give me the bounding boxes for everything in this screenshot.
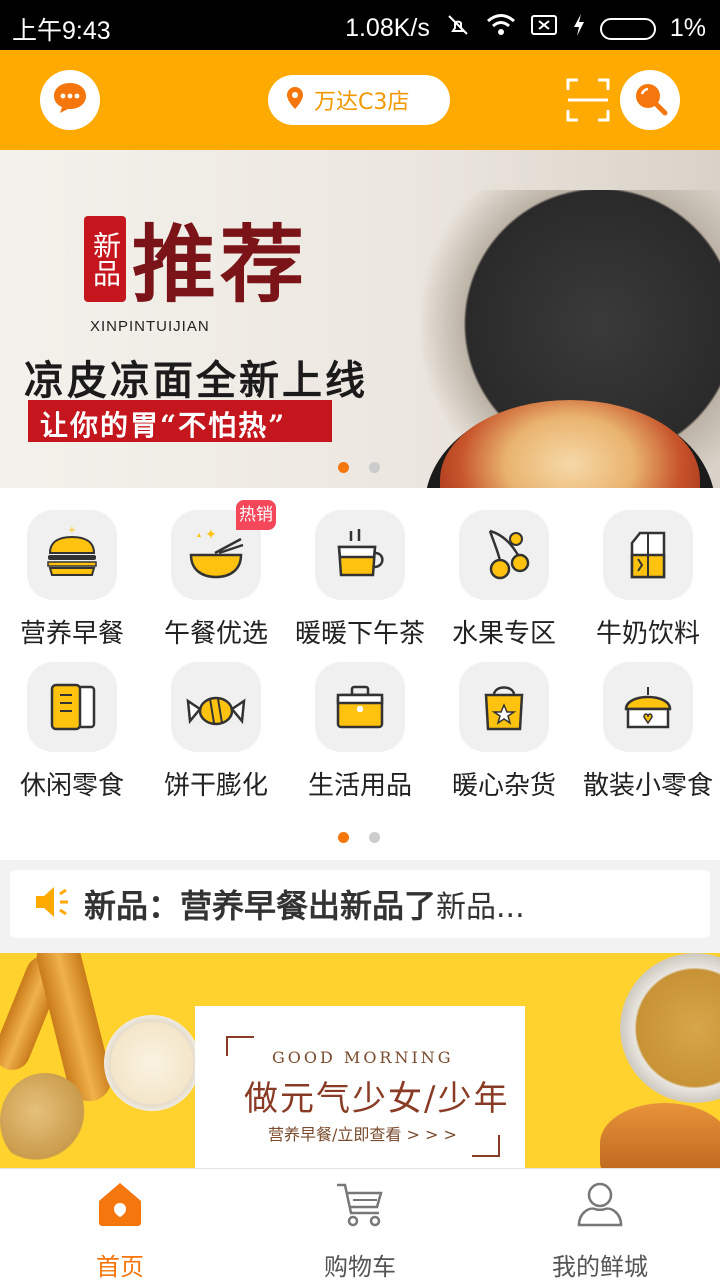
category-page-indicator <box>338 832 380 843</box>
category-daily-goods[interactable]: 生活用品 <box>288 640 432 801</box>
first-aid-box-icon <box>315 662 405 752</box>
breakfast-promo-banner[interactable] <box>0 953 720 1169</box>
svg-text:✦: ✦ <box>205 527 217 543</box>
svg-text:+: + <box>68 525 76 536</box>
cherry-icon <box>459 510 549 600</box>
category-milk-drinks[interactable]: 牛奶饮料 <box>576 488 720 649</box>
store-name: 万达C3店 <box>314 90 410 115</box>
category-dot-active <box>338 832 349 843</box>
wifi-icon <box>486 12 516 45</box>
search-icon <box>632 80 668 120</box>
candy-icon <box>171 662 261 752</box>
hot-badge: 热销 <box>236 500 276 530</box>
banner-dot <box>369 462 380 473</box>
tab-label: 首页 <box>96 1253 144 1280</box>
snack-bag-icon <box>27 662 117 752</box>
banner-page-indicator <box>338 462 380 473</box>
home-icon <box>95 1179 145 1229</box>
battery-percent: 1% <box>669 14 706 42</box>
banner-pinyin: XINPINTUIJIAN <box>90 318 210 335</box>
scan-button[interactable] <box>566 78 610 122</box>
category-grid: + 营养早餐 ✦ 午餐优选 暖暖下午茶 水果专区 牛奶饮料 休闲零食 饼干膨化 … <box>0 488 720 860</box>
announcement-bar[interactable]: 新品：营养早餐出新品了 新品... <box>10 870 710 938</box>
category-snacks[interactable]: 休闲零食 <box>0 640 144 801</box>
scan-icon <box>566 78 610 126</box>
promo-card <box>195 1006 525 1169</box>
category-label: 生活用品 <box>307 771 412 801</box>
category-bulk-snacks[interactable]: 散装小零食 <box>576 640 720 801</box>
status-bar: 上午9:43 1.08K/s 1% <box>0 0 720 50</box>
shopping-bag-icon <box>459 662 549 752</box>
cake-icon <box>603 662 693 752</box>
category-breakfast[interactable]: + 营养早餐 <box>0 488 144 649</box>
category-label: 饼干膨化 <box>163 771 268 801</box>
location-pin-icon <box>286 86 304 114</box>
tea-cup-icon <box>315 510 405 600</box>
category-label: 暖心杂货 <box>451 771 556 801</box>
banner-stamp: 新品 <box>84 216 126 302</box>
category-biscuits[interactable]: 饼干膨化 <box>144 640 288 801</box>
banner-dot-active <box>338 462 349 473</box>
milk-carton-icon <box>603 510 693 600</box>
burger-icon: + <box>27 510 117 600</box>
sim-off-icon <box>530 13 558 44</box>
category-label: 休闲零食 <box>19 771 124 801</box>
net-speed: 1.08K/s <box>345 14 430 42</box>
bottom-tab-bar: 首页 购物车 我的鲜城 <box>0 1168 720 1280</box>
store-location-selector[interactable]: 万达C3店 <box>268 75 450 125</box>
soybean-bowl-image <box>620 953 720 1103</box>
banner-headline: 推荐 <box>132 215 309 314</box>
tab-my-profile[interactable]: 我的鲜城 <box>480 1169 720 1280</box>
category-groceries[interactable]: 暖心杂货 <box>432 640 576 801</box>
category-label: 散装小零食 <box>582 771 713 801</box>
banner-slogan-sub: 让你的胃“不怕热” <box>40 409 287 442</box>
charging-icon <box>572 13 586 44</box>
status-indicators: 1.08K/s 1% <box>345 11 706 46</box>
category-fruit[interactable]: 水果专区 <box>432 488 576 649</box>
announcement-more: 新品... <box>436 890 525 925</box>
category-dot <box>369 832 380 843</box>
cart-icon <box>335 1179 385 1229</box>
tab-label: 我的鲜城 <box>552 1253 648 1280</box>
croissant-image <box>600 1103 720 1169</box>
chat-icon <box>52 81 88 119</box>
announcement-title: 新品：营养早餐出新品了 <box>84 887 437 925</box>
status-time: 上午9:43 <box>12 17 111 45</box>
category-afternoon-tea[interactable]: 暖暖下午茶 <box>288 488 432 649</box>
top-header: 万达C3店 <box>0 50 720 150</box>
message-button[interactable] <box>40 70 100 130</box>
tab-home[interactable]: 首页 <box>0 1169 240 1280</box>
banner-slogan-main: 凉皮凉面全新上线 <box>24 357 368 404</box>
soy-milk-image <box>104 1015 200 1111</box>
tab-label: 购物车 <box>324 1253 396 1280</box>
mute-icon <box>444 11 472 46</box>
search-button[interactable] <box>620 70 680 130</box>
user-icon <box>575 1179 625 1229</box>
banner-overlay: 新品 推荐 XINPINTUIJIAN 凉皮凉面全新上线 让你的胃“不怕热” <box>0 150 720 488</box>
tab-cart[interactable]: 购物车 <box>240 1169 480 1280</box>
beans-image <box>0 1073 90 1169</box>
speaker-icon <box>32 882 72 926</box>
battery-icon <box>599 17 656 40</box>
